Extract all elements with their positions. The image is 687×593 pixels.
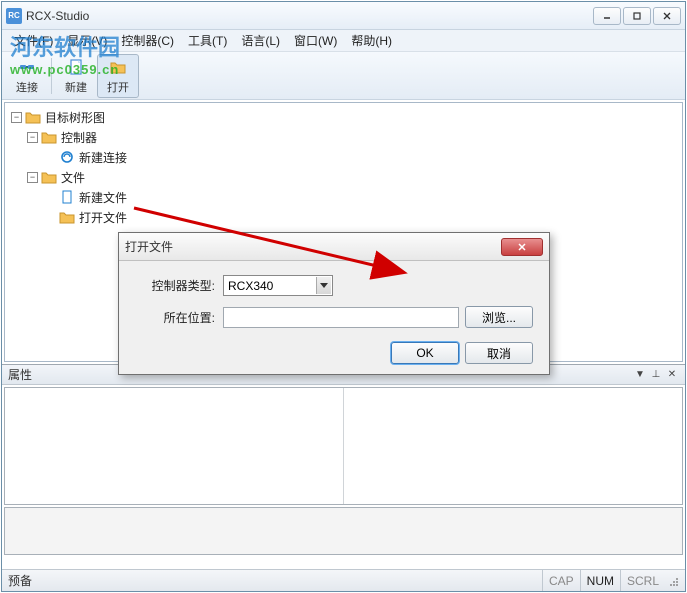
menu-controller[interactable]: 控制器(C): [115, 30, 180, 51]
properties-panel: 属性 ▼ ⊥ ✕: [2, 364, 685, 557]
status-num: NUM: [580, 570, 620, 591]
tree-root[interactable]: − 目标树形图: [7, 107, 680, 127]
panel-close-icon[interactable]: ✕: [665, 368, 679, 382]
folder-icon: [41, 170, 57, 184]
folder-icon: [25, 110, 41, 124]
toolbar-new-button[interactable]: 新建: [55, 54, 97, 98]
controller-type-select[interactable]: RCX340: [223, 275, 333, 296]
resize-grip-icon[interactable]: [665, 575, 679, 587]
chevron-down-icon: [316, 277, 331, 294]
tree-collapse-icon[interactable]: −: [27, 172, 38, 183]
properties-description: [4, 507, 683, 555]
properties-grid[interactable]: [4, 387, 683, 505]
folder-open-icon: [59, 210, 75, 224]
open-file-dialog: 打开文件 控制器类型: RCX340 所在位置: 浏览... OK 取消: [118, 232, 550, 375]
titlebar: RC RCX-Studio: [2, 2, 685, 30]
status-scrl: SCRL: [620, 570, 665, 591]
menu-file[interactable]: 文件(F): [8, 30, 59, 51]
statusbar: 预备 CAP NUM SCRL: [2, 569, 685, 591]
tree-root-label: 目标树形图: [45, 109, 105, 126]
location-input[interactable]: [223, 307, 459, 328]
toolbar-open-label: 打开: [107, 79, 129, 95]
file-icon: [59, 190, 75, 204]
connection-icon: [59, 150, 75, 164]
ok-button[interactable]: OK: [391, 342, 459, 364]
controller-type-label: 控制器类型:: [135, 277, 215, 294]
tree-controller[interactable]: − 控制器: [7, 127, 680, 147]
open-folder-icon: [108, 57, 128, 77]
status-ready: 预备: [8, 572, 542, 589]
toolbar: 连接 新建 打开: [2, 52, 685, 100]
close-button[interactable]: [653, 7, 681, 25]
tree-files-label: 文件: [61, 169, 85, 186]
minimize-button[interactable]: [593, 7, 621, 25]
tree-controller-label: 控制器: [61, 129, 97, 146]
location-label: 所在位置:: [135, 309, 215, 326]
dialog-title-text: 打开文件: [125, 238, 501, 255]
tree-new-file[interactable]: 新建文件: [7, 187, 680, 207]
new-file-icon: [66, 57, 86, 77]
toolbar-connect-label: 连接: [16, 79, 38, 95]
connect-icon: [17, 57, 37, 77]
menu-view[interactable]: 显示(V): [61, 30, 113, 51]
toolbar-open-button[interactable]: 打开: [97, 54, 139, 98]
controller-type-value: RCX340: [228, 279, 273, 293]
cancel-button[interactable]: 取消: [465, 342, 533, 364]
app-icon: RC: [6, 8, 22, 24]
menu-help[interactable]: 帮助(H): [345, 30, 398, 51]
toolbar-separator: [51, 58, 52, 94]
dialog-titlebar: 打开文件: [119, 233, 549, 261]
tree-collapse-icon[interactable]: −: [11, 112, 22, 123]
tree-new-file-label: 新建文件: [79, 189, 127, 206]
folder-icon: [41, 130, 57, 144]
menu-window[interactable]: 窗口(W): [288, 30, 343, 51]
window-title: RCX-Studio: [26, 9, 593, 23]
tree-open-file[interactable]: 打开文件: [7, 207, 680, 227]
tree-open-file-label: 打开文件: [79, 209, 127, 226]
browse-button[interactable]: 浏览...: [465, 306, 533, 328]
menu-language[interactable]: 语言(L): [235, 30, 286, 51]
panel-dropdown-icon[interactable]: ▼: [633, 368, 647, 382]
maximize-button[interactable]: [623, 7, 651, 25]
tree-collapse-icon[interactable]: −: [27, 132, 38, 143]
tree-new-connection-label: 新建连接: [79, 149, 127, 166]
panel-pin-icon[interactable]: ⊥: [649, 368, 663, 382]
dialog-close-button[interactable]: [501, 238, 543, 256]
menubar: 文件(F) 显示(V) 控制器(C) 工具(T) 语言(L) 窗口(W) 帮助(…: [2, 30, 685, 52]
status-cap: CAP: [542, 570, 580, 591]
toolbar-connect-button[interactable]: 连接: [6, 54, 48, 98]
tree-files[interactable]: − 文件: [7, 167, 680, 187]
menu-tools[interactable]: 工具(T): [182, 30, 233, 51]
toolbar-new-label: 新建: [65, 79, 87, 95]
tree-new-connection[interactable]: 新建连接: [7, 147, 680, 167]
